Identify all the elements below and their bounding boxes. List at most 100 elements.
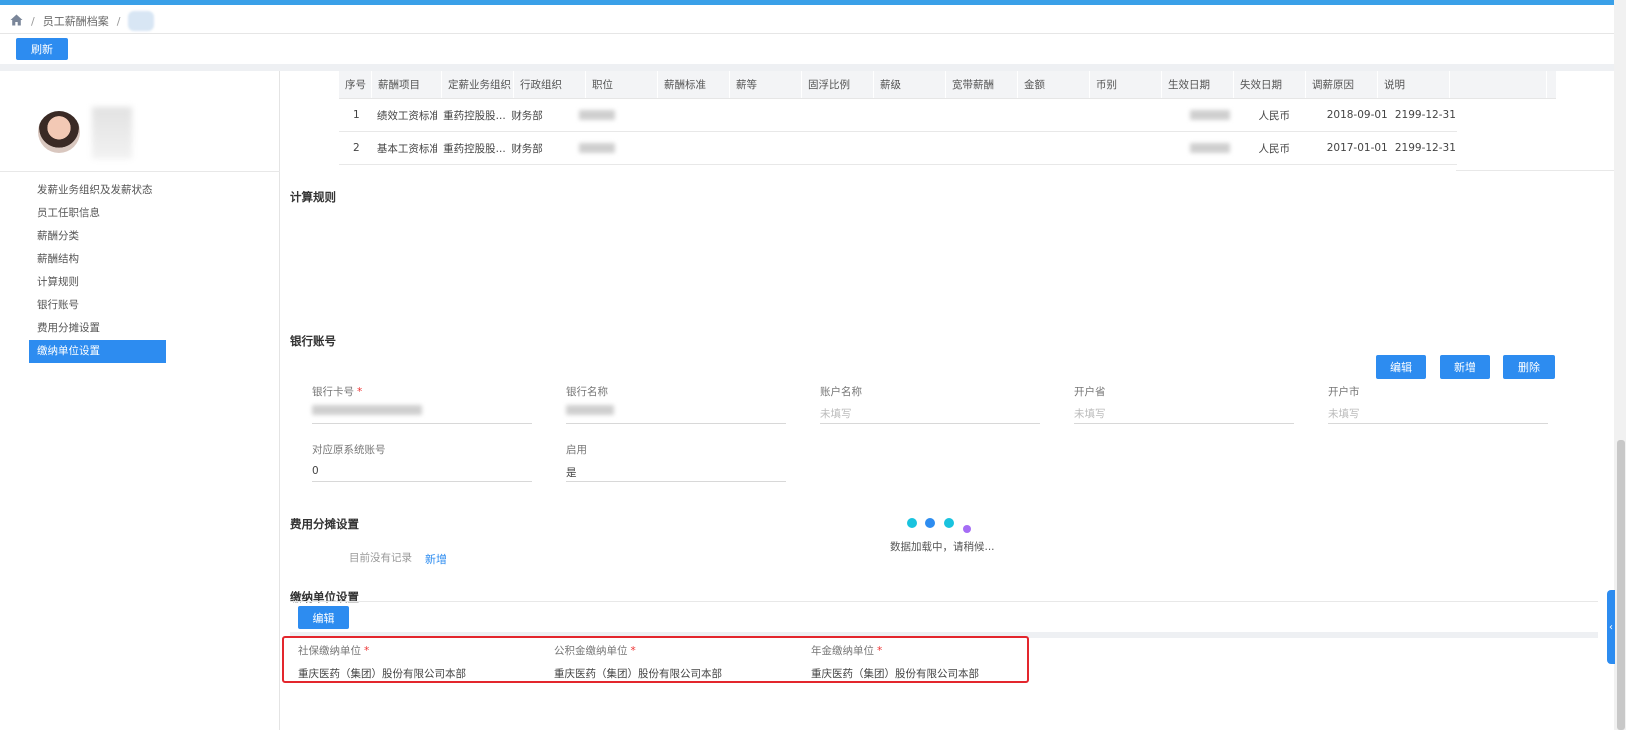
payment-unit-edit-button[interactable]: 编辑 [298,606,349,629]
bank-card-label-text: 银行卡号 [312,386,354,398]
cell-admin-org: 财务部 [511,142,543,155]
cell-salary-item: 基本工资标准 [376,142,438,155]
sidebar-item-bank-account[interactable]: 银行账号 [29,294,166,317]
enabled-underline [566,481,786,482]
bank-delete-button[interactable]: 删除 [1503,355,1555,379]
cell-empty-group [642,99,1185,131]
cell-position-redacted [573,99,641,131]
bank-name-label: 银行名称 [566,386,608,398]
bank-card-value-redacted [312,405,422,418]
required-asterisk: * [357,386,363,398]
open-province-label: 开户省 [1074,386,1106,398]
column-header[interactable]: 调薪原因 [1306,71,1378,98]
payment-unit-title: 缴纳单位设置 [290,590,359,604]
employee-name-redacted [92,107,132,159]
column-header[interactable]: 币别 [1090,71,1162,98]
calc-rules-title: 计算规则 [290,190,336,204]
breadcrumb-item-salary-archive[interactable]: 员工薪酬档案 [43,13,109,29]
salary-structure-table: 序号 薪酬项目 定薪业务组织 行政组织 职位 薪酬标准 薪等 固浮比例 薪级 宽… [339,71,1556,165]
cell-empty-group [642,132,1185,164]
open-province-value: 未填写 [1074,408,1106,420]
table-header: 序号 薪酬项目 定薪业务组织 行政组织 职位 薪酬标准 薪等 固浮比例 薪级 宽… [339,71,1556,99]
column-header[interactable]: 生效日期 [1162,71,1234,98]
cell-currency: 人民币 [1258,109,1291,122]
sidebar-item-payment-unit[interactable]: 缴纳单位设置 [29,340,166,363]
sidebar-item-calc-rules[interactable]: 计算规则 [29,271,166,294]
cell-index: 1 [353,109,360,121]
account-name-underline [820,423,1040,424]
cell-effective-date: 2017-01-01 [1326,142,1388,154]
column-header[interactable]: 定薪业务组织 [442,71,514,98]
source-account-label: 对应原系统账号 [312,444,386,456]
cell-index: 2 [353,142,360,154]
account-name-value: 未填写 [820,408,852,420]
column-header[interactable]: 失效日期 [1234,71,1306,98]
toolbar-divider [0,33,1615,34]
collapse-panel-tab[interactable]: ‹ [1607,590,1615,664]
table-right-divider [1456,170,1614,171]
column-header[interactable]: 说明 [1378,71,1450,98]
cell-salary-item: 绩效工资标准 [376,109,438,122]
loading-dot [963,525,971,533]
sidebar-item-cost-share[interactable]: 费用分摊设置 [29,317,166,340]
column-header-filler [1450,71,1547,98]
table-row[interactable]: 1 绩效工资标准 重药控股股... 财务部 人民币 2018-09-01 219… [339,99,1457,132]
column-header[interactable]: 行政组织 [514,71,586,98]
account-name-label: 账户名称 [820,386,862,398]
cost-share-title: 费用分摊设置 [290,517,359,531]
open-city-underline [1328,423,1548,424]
bank-card-underline [312,423,532,424]
cell-amount-redacted [1184,132,1252,164]
cell-org: 重药控股股... [443,142,506,155]
column-header[interactable]: 序号 [339,71,372,98]
column-header[interactable]: 薪等 [730,71,802,98]
column-header[interactable]: 薪酬项目 [372,71,442,98]
loading-dot [925,518,935,528]
avatar [38,111,80,153]
sidebar-nav: 发薪业务组织及发薪状态 员工任职信息 薪酬分类 薪酬结构 计算规则 银行账号 费… [29,179,166,363]
enabled-value: 是 [566,467,577,479]
chevron-left-icon: ‹ [1609,621,1613,633]
column-header[interactable]: 职位 [586,71,658,98]
column-header[interactable]: 薪级 [874,71,946,98]
enabled-label: 启用 [566,444,587,456]
refresh-button[interactable]: 刷新 [16,38,68,60]
column-header[interactable]: 薪酬标准 [658,71,730,98]
bank-name-value-redacted [566,405,614,418]
sidebar-item-payroll-org[interactable]: 发薪业务组织及发薪状态 [29,179,166,202]
loading-text: 数据加载中，请稍候... [890,541,995,553]
sidebar-divider [0,171,280,172]
bank-account-title: 银行账号 [290,334,336,348]
column-header[interactable]: 金额 [1018,71,1090,98]
section-separator-band [0,64,1615,71]
breadcrumb: / 员工薪酬档案 / [10,11,155,31]
cell-amount-redacted [1184,99,1252,131]
source-account-underline [312,481,532,482]
bank-edit-button[interactable]: 编辑 [1376,355,1426,379]
column-header[interactable]: 固浮比例 [802,71,874,98]
breadcrumb-item-employee-redacted [128,11,155,31]
sidebar-item-salary-category[interactable]: 薪酬分类 [29,225,166,248]
bank-add-button[interactable]: 新增 [1440,355,1490,379]
loading-dot [944,518,954,528]
bank-name-underline [566,423,786,424]
payment-unit-divider [290,601,1598,602]
breadcrumb-separator: / [31,14,35,28]
sidebar-item-salary-structure[interactable]: 薪酬结构 [29,248,166,271]
cell-expiry-date: 2199-12-31 [1394,142,1456,154]
column-header[interactable]: 宽带薪酬 [946,71,1018,98]
table-row[interactable]: 2 基本工资标准 重药控股股... 财务部 人民币 2017-01-01 219… [339,132,1457,165]
cost-share-empty-text: 目前没有记录 [349,552,412,564]
cell-position-redacted [573,132,641,164]
home-icon[interactable] [10,14,23,29]
scrollbar-thumb[interactable] [1617,440,1625,730]
loading-dot [907,518,917,528]
cell-org: 重药控股股... [443,109,506,122]
breadcrumb-separator: / [116,14,121,28]
top-accent-bar [0,0,1626,5]
sidebar-item-employment-info[interactable]: 员工任职信息 [29,202,166,225]
open-city-value: 未填写 [1328,408,1360,420]
bank-card-label: 银行卡号 * [312,384,362,399]
cost-share-add-link[interactable]: 新增 [425,551,447,567]
cell-expiry-date: 2199-12-31 [1394,109,1456,121]
